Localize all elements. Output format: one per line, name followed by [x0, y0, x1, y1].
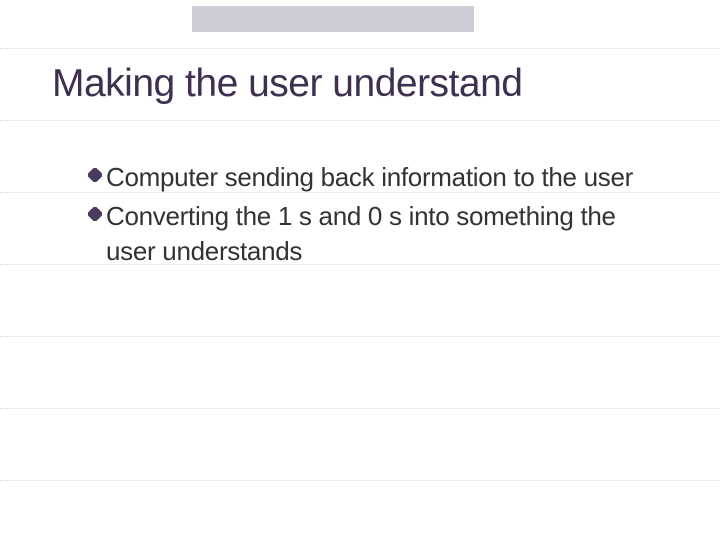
top-bar	[0, 0, 720, 36]
top-bar-accent	[192, 6, 474, 32]
diamond-bullet-icon	[88, 207, 102, 221]
bullet-text: Converting the 1 s and 0 s into somethin…	[106, 199, 660, 269]
slide-title: Making the user understand	[52, 62, 522, 106]
list-item: Computer sending back information to the…	[88, 160, 660, 195]
bullet-text: Computer sending back information to the…	[106, 160, 633, 195]
slide-content: Computer sending back information to the…	[88, 160, 660, 273]
diamond-bullet-icon	[88, 168, 102, 182]
dotted-grid	[0, 40, 720, 540]
list-item: Converting the 1 s and 0 s into somethin…	[88, 199, 660, 269]
